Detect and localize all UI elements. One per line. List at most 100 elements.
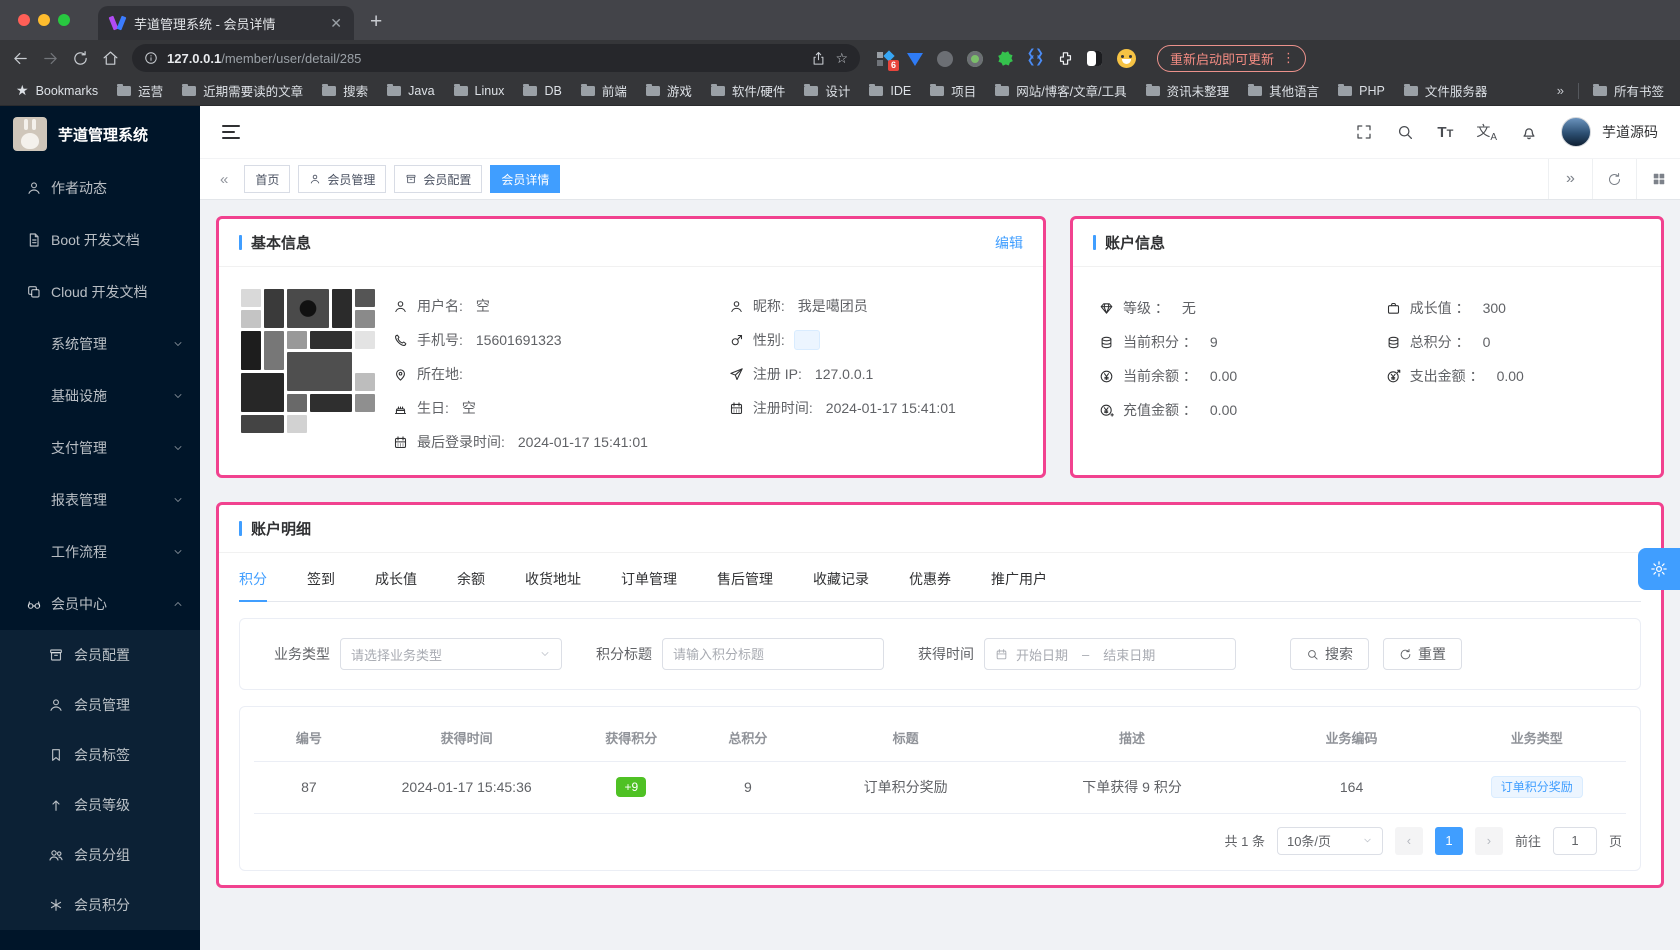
site-info-icon[interactable]: [144, 51, 158, 65]
bookmark-folder[interactable]: 软件/硬件: [710, 81, 785, 100]
app-logo[interactable]: 芋道管理系统: [0, 106, 200, 162]
extension-star-icon[interactable]: [997, 50, 1014, 67]
bookmark-folder[interactable]: 资讯未整理: [1145, 81, 1229, 100]
bookmark-folder[interactable]: Java: [387, 83, 435, 98]
tab-growth[interactable]: 成长值: [375, 555, 417, 601]
bookmark-folder[interactable]: 前端: [580, 81, 627, 100]
sidebar-item-member-config[interactable]: 会员配置: [0, 630, 200, 680]
page-size-select[interactable]: 10条/页: [1276, 826, 1383, 855]
tab-signin[interactable]: 签到: [307, 555, 335, 601]
font-size-button[interactable]: TT: [1437, 124, 1453, 141]
sidebar-item-workflow[interactable]: 工作流程: [0, 526, 200, 578]
sidebar-item-member-point[interactable]: 会员积分: [0, 880, 200, 930]
sidebar-item-system[interactable]: 系统管理: [0, 318, 200, 370]
bookmarks-root[interactable]: ★ Bookmarks: [16, 82, 98, 99]
point-title-input[interactable]: [662, 638, 884, 670]
tab-orders[interactable]: 订单管理: [621, 555, 677, 601]
bookmark-folder[interactable]: 网站/博客/文章/工具: [995, 81, 1127, 100]
extensions-puzzle-icon[interactable]: [1057, 50, 1074, 67]
bookmark-folder[interactable]: 游戏: [645, 81, 692, 100]
bookmark-star-icon[interactable]: ☆: [835, 50, 848, 67]
goto-page-input[interactable]: [1552, 826, 1597, 855]
window-minimize-button[interactable]: [38, 14, 50, 26]
bookmark-folder[interactable]: 文件服务器: [1403, 81, 1487, 100]
user-avatar[interactable]: [1561, 117, 1591, 147]
tab-favorites[interactable]: 收藏记录: [813, 555, 869, 601]
extension-layers-icon[interactable]: ❮❯ ❮❯: [1027, 48, 1044, 67]
window-zoom-button[interactable]: [58, 14, 70, 26]
sidebar-item-infra[interactable]: 基础设施: [0, 370, 200, 422]
tab-coupons[interactable]: 优惠券: [909, 555, 951, 601]
bookmark-folder[interactable]: 项目: [930, 81, 976, 100]
forward-button[interactable]: [42, 50, 59, 67]
theme-settings-button[interactable]: [1638, 548, 1680, 590]
next-page-button[interactable]: ›: [1474, 826, 1503, 855]
bookmark-folder[interactable]: 近期需要读的文章: [182, 81, 303, 100]
translate-button[interactable]: 文A: [1476, 121, 1497, 143]
tag-home[interactable]: 首页: [244, 165, 291, 193]
tab-promoter[interactable]: 推广用户: [991, 555, 1047, 601]
fullscreen-button[interactable]: [1355, 123, 1373, 141]
tags-refresh-button[interactable]: [1592, 159, 1636, 199]
sidebar-item-report[interactable]: 报表管理: [0, 474, 200, 526]
sidebar-item-member-group[interactable]: 会员分组: [0, 830, 200, 880]
tags-scroll-left-button[interactable]: «: [212, 171, 236, 188]
edit-button[interactable]: 编辑: [995, 233, 1023, 253]
reset-button[interactable]: 重置: [1383, 638, 1462, 670]
extension-dot-icon[interactable]: [967, 50, 984, 67]
tab-points[interactable]: 积分: [239, 555, 267, 602]
tag-member-detail[interactable]: 会员详情: [490, 165, 561, 193]
sidebar-item-member-center[interactable]: 会员中心: [0, 578, 200, 630]
bookmark-folder[interactable]: 运营: [117, 81, 163, 100]
browser-tab[interactable]: 芋道管理系统 - 会员详情 ✕: [98, 6, 354, 40]
tags-scroll-right-button[interactable]: »: [1548, 159, 1592, 199]
sidebar-item-cloud-docs[interactable]: Cloud 开发文档: [0, 266, 200, 318]
url-bar[interactable]: 127.0.0.1/member/user/detail/285 ☆: [132, 44, 860, 72]
tab-address[interactable]: 收货地址: [525, 555, 581, 601]
home-button[interactable]: [102, 50, 119, 67]
bookmark-folder[interactable]: 其他语言: [1248, 81, 1319, 100]
tab-aftersale[interactable]: 售后管理: [717, 555, 773, 601]
extension-blocks-icon[interactable]: 6: [877, 49, 899, 71]
profile-avatar[interactable]: [1117, 48, 1136, 68]
reload-button[interactable]: [72, 50, 89, 67]
bookmark-folder[interactable]: DB: [523, 83, 562, 98]
tag-member-config[interactable]: 会员配置: [394, 165, 483, 193]
bookmarks-overflow-chevron[interactable]: »: [1557, 83, 1564, 98]
all-bookmarks[interactable]: 所有书签: [1592, 81, 1664, 100]
sidebar-item-boot-docs[interactable]: Boot 开发文档: [0, 214, 200, 266]
update-button[interactable]: 重新启动即可更新 ⋮: [1157, 44, 1307, 72]
share-icon[interactable]: [811, 51, 826, 66]
tags-layout-grid-button[interactable]: [1636, 159, 1680, 199]
tag-member-manage[interactable]: 会员管理: [298, 165, 387, 193]
page-1-button[interactable]: 1: [1434, 826, 1463, 855]
username[interactable]: 芋道源码: [1602, 122, 1658, 142]
notification-bell-icon[interactable]: [1520, 123, 1538, 141]
bookmark-folder[interactable]: IDE: [869, 83, 911, 98]
sidebar-item-member-tag[interactable]: 会员标签: [0, 730, 200, 780]
bookmark-folder[interactable]: PHP: [1338, 83, 1385, 98]
sidebar-item-author-news[interactable]: 作者动态: [0, 162, 200, 214]
biz-type-select[interactable]: 请选择业务类型: [340, 638, 562, 670]
new-tab-button[interactable]: +: [370, 10, 382, 34]
bookmark-folder[interactable]: Linux: [453, 83, 504, 98]
prev-page-button[interactable]: ‹: [1394, 826, 1423, 855]
browser-menu-kebab-icon[interactable]: ⋮: [1282, 50, 1295, 66]
collapse-menu-button[interactable]: [222, 125, 240, 139]
window-close-button[interactable]: [18, 14, 30, 26]
search-button[interactable]: 搜索: [1290, 638, 1369, 670]
sidebar-item-member-manage[interactable]: 会员管理: [0, 680, 200, 730]
bookmark-folder[interactable]: 搜索: [322, 81, 368, 100]
back-button[interactable]: [12, 50, 29, 67]
date-range-picker[interactable]: 开始日期 – 结束日期: [984, 638, 1236, 670]
sidebar-item-pay[interactable]: 支付管理: [0, 422, 200, 474]
bookmark-folder[interactable]: 设计: [804, 81, 850, 100]
search-button[interactable]: [1396, 123, 1414, 141]
app-title: 芋道管理系统: [58, 126, 149, 144]
extension-gem-icon[interactable]: [907, 50, 924, 67]
extension-circle-icon[interactable]: [937, 50, 954, 67]
sidebar-item-member-level[interactable]: 会员等级: [0, 780, 200, 830]
tab-balance[interactable]: 余额: [457, 555, 485, 601]
tab-close-icon[interactable]: ✕: [330, 15, 342, 32]
extension-split-square-icon[interactable]: [1087, 50, 1104, 67]
